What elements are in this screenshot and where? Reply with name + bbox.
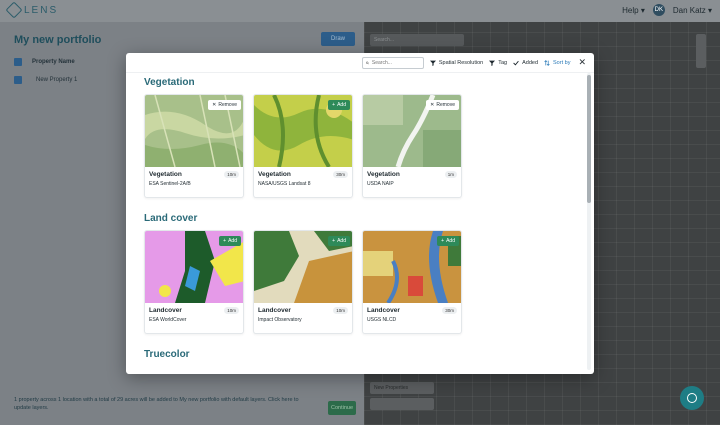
layer-source: USDA NAIP <box>367 181 394 187</box>
layer-card[interactable]: ✕ Remove Vegetation ESA Sentinel-2A/B 10m <box>144 94 244 198</box>
resolution-badge: 10m <box>224 171 239 178</box>
plus-icon: + <box>332 238 336 244</box>
add-layer-button[interactable]: + Add <box>328 236 350 246</box>
modal-toolbar: Spatial Resolution Tag Added Sort by ✕ <box>126 53 594 73</box>
scrollbar-thumb[interactable] <box>587 75 591 203</box>
layer-thumbnail: ✕ Remove <box>145 95 243 167</box>
draw-button[interactable]: Draw <box>321 32 355 46</box>
row-checkbox[interactable] <box>14 76 22 84</box>
layer-card[interactable]: + Add Landcover ESA WorldCover 10m <box>144 230 244 334</box>
search-icon <box>365 61 369 64</box>
resolution-badge: 10m <box>224 307 239 314</box>
add-layer-button[interactable]: + Add <box>437 236 459 246</box>
table-row[interactable]: New Property 1 <box>14 76 77 84</box>
layer-source: Impact Observatory <box>258 317 302 323</box>
select-all-checkbox[interactable] <box>14 58 22 66</box>
chat-button[interactable] <box>680 386 704 410</box>
layer-thumbnail: + Add <box>145 231 243 303</box>
filter-icon <box>429 60 436 66</box>
plus-icon: + <box>223 238 227 244</box>
spatial-resolution-filter[interactable]: Spatial Resolution <box>429 59 484 66</box>
resolution-badge: 10m <box>333 307 348 314</box>
layer-thumbnail: + Add <box>363 231 461 303</box>
zoom-controls[interactable] <box>696 34 706 68</box>
avatar[interactable]: DK <box>652 4 665 16</box>
add-layer-button[interactable]: + Add <box>328 100 350 110</box>
layer-source: ESA Sentinel-2A/B <box>149 181 191 187</box>
added-filter[interactable]: Added <box>513 60 538 66</box>
layer-type: Vegetation <box>367 171 400 178</box>
plus-icon: + <box>332 102 336 108</box>
filter-icon <box>489 60 496 66</box>
resolution-badge: 30m <box>333 171 348 178</box>
property-name: New Property 1 <box>36 77 78 83</box>
section-title-land-cover: Land cover <box>144 213 198 224</box>
new-properties-badge[interactable]: New Properties <box>370 382 434 394</box>
tag-filter[interactable]: Tag <box>489 60 507 66</box>
user-menu[interactable]: Dan Katz ▾ <box>673 6 712 15</box>
page-title: My new portfolio <box>14 34 102 46</box>
plus-icon: + <box>441 238 445 244</box>
layer-source: NASA/USGS Landsat 8 <box>258 181 311 187</box>
close-icon[interactable]: ✕ <box>578 57 586 68</box>
layer-card[interactable]: ✕ Remove Vegetation USDA NAIP 1m <box>362 94 462 198</box>
map-search-input[interactable]: Search... <box>370 34 464 46</box>
sort-icon <box>544 59 550 66</box>
layer-thumbnail: + Add <box>254 95 352 167</box>
layer-catalog: Vegetation ✕ Remove Vegetation ESA Sentin… <box>144 77 584 360</box>
layer-card[interactable]: + Add Vegetation NASA/USGS Landsat 8 30m <box>253 94 353 198</box>
layer-source: USGS NLCD <box>367 317 397 323</box>
sort-by-label: Sort by <box>553 59 571 66</box>
layer-source: ESA WorldCover <box>149 317 187 323</box>
close-icon: ✕ <box>430 102 435 108</box>
help-menu[interactable]: Help ▾ <box>622 6 645 15</box>
close-icon: ✕ <box>212 102 217 108</box>
layer-catalog-modal: Spatial Resolution Tag Added Sort by ✕ V… <box>126 53 594 374</box>
layer-search-field[interactable] <box>361 56 424 69</box>
summary-note: 1 property across 1 location with a tota… <box>14 397 299 411</box>
layer-thumbnail: + Add <box>254 231 352 303</box>
continue-button[interactable]: Continue <box>328 401 356 415</box>
logo[interactable]: LENS <box>5 1 59 19</box>
logo-icon <box>5 1 23 19</box>
layer-thumbnail: ✕ Remove <box>363 95 461 167</box>
top-bar: LENS Help ▾ DK Dan Katz ▾ <box>0 0 720 22</box>
resolution-badge: 1m <box>444 171 457 178</box>
check-icon <box>513 60 519 65</box>
add-layer-button[interactable]: + Add <box>219 236 241 246</box>
spatial-resolution-label: Spatial Resolution <box>438 59 484 66</box>
remove-layer-button[interactable]: ✕ Remove <box>208 100 241 110</box>
sort-by-button[interactable]: Sort by <box>544 60 570 66</box>
layer-card[interactable]: + Add Landcover Impact Observatory 10m <box>253 230 353 334</box>
logo-text: LENS <box>24 4 59 16</box>
layer-card[interactable]: + Add Landcover USGS NLCD 30m <box>362 230 462 334</box>
section-title-truecolor: Truecolor <box>144 349 190 360</box>
remove-layer-button[interactable]: ✕ Remove <box>426 100 459 110</box>
property-table-header: Property Name <box>14 58 75 66</box>
modal-scrollbar[interactable] <box>587 73 591 370</box>
tag-label: Tag <box>498 59 508 66</box>
chat-icon <box>687 393 697 403</box>
map-layer-control[interactable] <box>370 398 434 410</box>
resolution-badge: 30m <box>442 307 457 314</box>
layer-search-input[interactable] <box>371 59 420 66</box>
section-title-vegetation: Vegetation <box>144 77 195 88</box>
added-label: Added <box>522 59 539 66</box>
column-header-property-name: Property Name <box>32 59 75 65</box>
